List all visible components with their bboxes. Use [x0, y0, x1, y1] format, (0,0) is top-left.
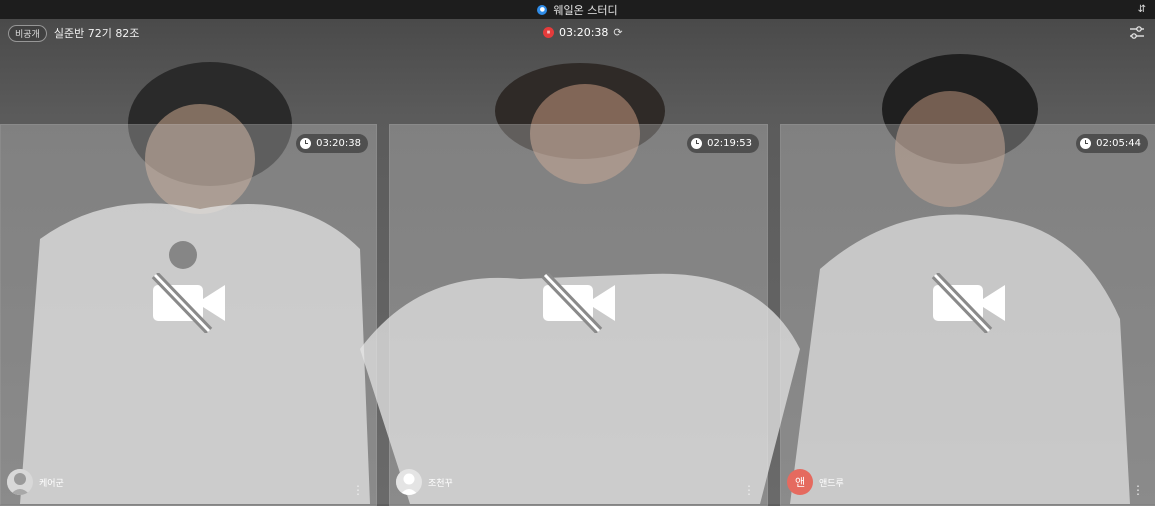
- session-timer: ⏸ 03:20:38 ⟳: [543, 26, 623, 39]
- participant-nameplate: 조천꾸: [396, 469, 453, 495]
- window-titlebar: ● 웨일온 스터디 ⇵: [0, 0, 1155, 19]
- recording-indicator-icon: ⏸: [543, 27, 554, 38]
- camera-off-icon: [151, 273, 225, 333]
- sort-icon[interactable]: ⇵: [1135, 2, 1149, 16]
- whale-on-logo-icon: ●: [537, 4, 548, 15]
- participant-name: 케어군: [39, 478, 64, 489]
- participant-name: 조천꾸: [428, 478, 453, 489]
- settings-button[interactable]: [1129, 25, 1145, 41]
- refresh-icon[interactable]: ⟳: [613, 26, 622, 39]
- avatar: [396, 469, 422, 495]
- window-title: 웨일온 스터디: [553, 3, 618, 17]
- camera-off-icon: [541, 273, 615, 333]
- sliders-icon: [1130, 26, 1144, 39]
- more-vertical-icon[interactable]: ⋮: [1132, 484, 1144, 496]
- clock-icon: [1080, 138, 1092, 149]
- participant-nameplate: 앤 앤드루: [787, 469, 844, 495]
- clock-icon: [300, 138, 312, 149]
- camera-off-icon: [931, 273, 1005, 333]
- study-time-text: 03:20:38: [316, 138, 361, 149]
- clock-icon: [691, 138, 703, 149]
- more-vertical-icon[interactable]: ⋮: [743, 484, 755, 496]
- room-name: 실준반 72기 82조: [53, 27, 140, 40]
- avatar: 앤: [787, 469, 813, 495]
- study-time-badge: 02:19:53: [687, 134, 759, 153]
- avatar: [7, 469, 33, 495]
- study-time-text: 02:05:44: [1096, 138, 1141, 149]
- participant-tile[interactable]: 02:05:44 앤 앤드루 ⋮: [780, 124, 1155, 506]
- study-time-badge: 02:05:44: [1076, 134, 1148, 153]
- avatar-image-icon: [7, 469, 33, 495]
- session-timer-text: 03:20:38: [559, 26, 609, 39]
- participant-name: 앤드루: [819, 478, 844, 489]
- study-time-badge: 03:20:38: [296, 134, 368, 153]
- privacy-badge: 비공개: [8, 24, 47, 42]
- study-time-text: 02:19:53: [707, 138, 752, 149]
- participant-tile[interactable]: 03:20:38 케어군 ⋮: [0, 124, 377, 506]
- default-user-icon: [396, 469, 422, 495]
- participant-tile[interactable]: 02:19:53 조천꾸 ⋮: [389, 124, 768, 506]
- more-vertical-icon[interactable]: ⋮: [352, 484, 364, 496]
- participant-nameplate: 케어군: [7, 469, 64, 495]
